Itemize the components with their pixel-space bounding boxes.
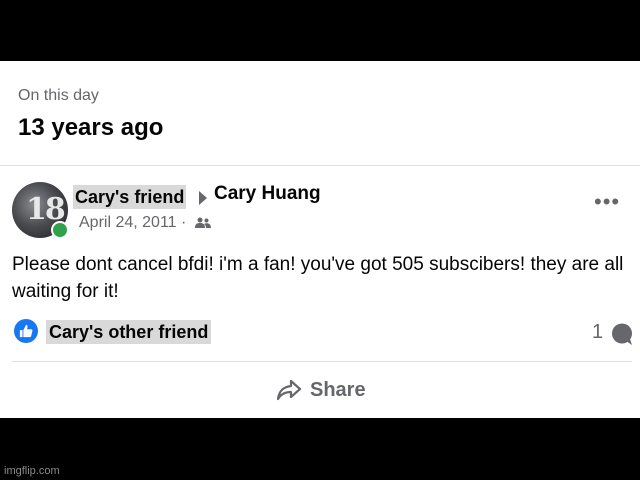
divider xyxy=(0,165,640,166)
share-arrow-icon xyxy=(276,379,302,401)
comment-bubble-icon[interactable] xyxy=(611,323,633,345)
post-meta: April 24, 2011 · xyxy=(79,214,211,232)
post-text: Please dont cancel bfdi! i'm a fan! you'… xyxy=(12,254,624,302)
watermark: imgflip.com xyxy=(4,465,60,477)
divider xyxy=(12,361,632,362)
share-label: Share xyxy=(310,378,366,401)
online-status-dot xyxy=(51,221,69,239)
like-icon[interactable] xyxy=(14,319,38,343)
post-date-link[interactable]: April 24, 2011 xyxy=(79,214,177,231)
post-author-link[interactable]: Cary's friend xyxy=(73,185,187,209)
post-target-link[interactable]: Cary Huang xyxy=(214,183,321,205)
more-options-button[interactable]: ••• xyxy=(594,191,620,213)
memory-card: On this day 13 years ago 18 Cary's frien… xyxy=(0,61,640,418)
thumbs-up-icon xyxy=(19,324,33,338)
years-ago-heading: 13 years ago xyxy=(18,114,164,141)
on-this-day-label: On this day xyxy=(18,87,99,104)
comment-count[interactable]: 1 xyxy=(592,321,603,344)
meta-separator: · xyxy=(181,214,187,231)
friends-icon[interactable] xyxy=(194,217,211,229)
share-button[interactable]: Share xyxy=(276,375,366,405)
reaction-names-link[interactable]: Cary's other friend xyxy=(46,320,212,344)
arrow-right-icon xyxy=(199,191,207,205)
